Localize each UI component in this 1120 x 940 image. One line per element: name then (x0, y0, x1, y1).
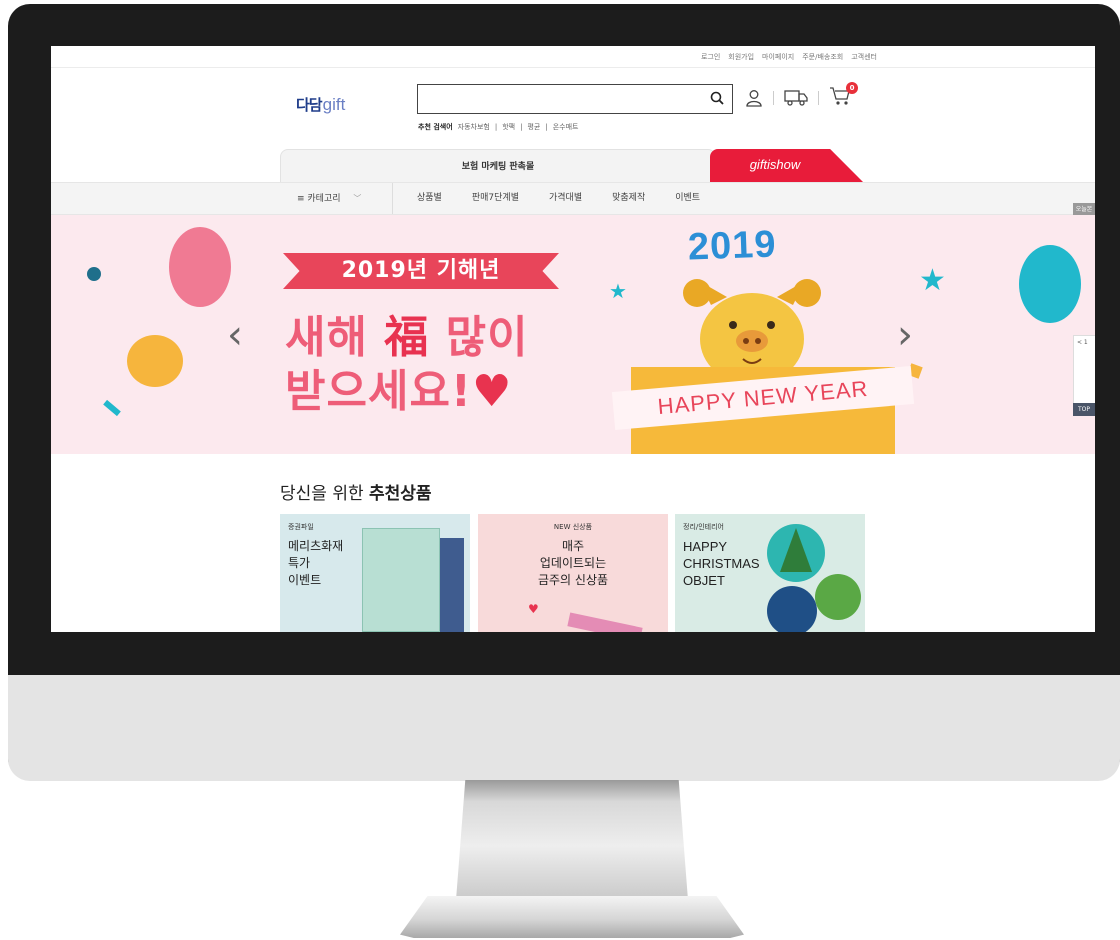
keyword-link[interactable]: 평균 (527, 122, 540, 132)
main-navigation: ≡ 카테고리 ﹀ 상품별 판매7단계별 가격대별 맞춤제작 이벤트 오늘본 (51, 182, 1095, 216)
mypage-link[interactable]: 마이페이지 (762, 52, 794, 62)
mall-tabs: 보험 마케팅 판촉몰 giftishow (280, 149, 864, 183)
chevron-down-icon: ﹀ (353, 194, 362, 203)
recommend-card[interactable]: NEW 신상품 매주 업데이트되는 금주의 신상품 ♥ (478, 514, 668, 632)
order-tracking-link[interactable]: 주문/배송조회 (802, 52, 843, 62)
book-illustration (362, 528, 440, 632)
header-icons: 0 (745, 82, 858, 110)
tab-giftishow[interactable]: giftishow (710, 149, 864, 183)
signup-link[interactable]: 회원가입 (728, 52, 754, 62)
user-icon[interactable] (745, 89, 763, 107)
logo-korean: 다담 (296, 96, 323, 114)
christmas-tree-icon (780, 528, 812, 572)
recommended-keywords: 추천 검색어 자동차보험 | 핫팩 | 평균 | 온수매트 (418, 122, 579, 132)
banner-headline-line2: 받으세요!♥ (285, 366, 513, 417)
star-icon: ★ (609, 279, 627, 303)
search-input[interactable] (417, 84, 733, 114)
main-banner[interactable]: ★ ★ 2019년 기해년 새해 福 많이 받으세요!♥ 2019 HAPPY (51, 215, 1095, 454)
card-category: 정리/인테리어 (683, 523, 724, 531)
recommend-card[interactable]: 정리/인테리어 HAPPY CHRISTMAS OBJET (675, 514, 865, 632)
nav-item-sales-steps[interactable]: 판매7단계별 (472, 183, 519, 214)
nav-item-event[interactable]: 이벤트 (675, 183, 700, 214)
product-illustration (567, 612, 643, 632)
heart-icon: ♥ (528, 602, 539, 616)
logo-gift: gift (322, 95, 346, 114)
monitor-stand-base (400, 896, 744, 938)
santa-illustration (767, 586, 817, 632)
nav-item-by-product[interactable]: 상품별 (417, 183, 442, 214)
balloon-yellow (127, 335, 183, 387)
scroll-top-button[interactable]: TOP (1073, 403, 1095, 416)
nav-item-by-price[interactable]: 가격대별 (549, 183, 582, 214)
login-link[interactable]: 로그인 (701, 52, 720, 62)
gnb-menu: 상품별 판매7단계별 가격대별 맞춤제작 이벤트 (417, 183, 730, 214)
card-text: 메리츠화재 특가 이벤트 (288, 539, 344, 587)
keyword-link[interactable]: 온수매트 (553, 122, 579, 132)
cart-button[interactable]: 0 (829, 82, 858, 110)
balloon-blue (1019, 245, 1081, 323)
recommend-card[interactable]: 증권파일 메리츠화재 특가 이벤트 (280, 514, 470, 632)
site-logo[interactable]: 다담 gift (296, 94, 345, 115)
utility-bar: 로그인 회원가입 마이페이지 주문/배송조회 고객센터 (51, 46, 1095, 68)
card-text: HAPPY CHRISTMAS OBJET (683, 539, 760, 588)
banner-next-arrow[interactable]: › (897, 315, 913, 355)
monitor-chin (8, 675, 1120, 781)
balloon-pink (169, 227, 231, 307)
monitor-stand (456, 780, 688, 900)
confetti (87, 267, 101, 281)
delivery-truck-icon[interactable] (784, 89, 808, 107)
confetti (103, 399, 121, 417)
card-text: 매주 업데이트되는 금주의 신상품 (537, 539, 609, 587)
customer-center-link[interactable]: 고객센터 (851, 52, 877, 62)
reindeer-illustration (815, 574, 861, 620)
utility-links: 로그인 회원가입 마이페이지 주문/배송조회 고객센터 (701, 52, 877, 62)
divider (818, 91, 819, 105)
search-icon[interactable] (710, 91, 724, 105)
tab-marketing-mall[interactable]: 보험 마케팅 판촉몰 (280, 149, 716, 183)
card-category: NEW 신상품 (553, 523, 593, 531)
category-label: ≡ 카테고리 (297, 194, 341, 204)
widget-pager[interactable]: < 1 (1074, 336, 1095, 349)
nav-item-custom-order[interactable]: 맞춤제작 (612, 183, 645, 214)
banner-prev-arrow[interactable]: ‹ (227, 315, 243, 355)
cart-count-badge: 0 (846, 82, 858, 94)
keywords-label: 추천 검색어 (418, 123, 453, 131)
book-illustration (440, 538, 464, 632)
keyword-link[interactable]: 자동차보험 (458, 122, 490, 132)
banner-ribbon: 2019년 기해년 (283, 253, 559, 289)
keyword-link[interactable]: 핫팩 (502, 122, 515, 132)
browser-screen: 로그인 회원가입 마이페이지 주문/배송조회 고객센터 다담 gift 추천 검… (51, 46, 1095, 632)
category-menu-button[interactable]: ≡ 카테고리 ﹀ (289, 183, 393, 214)
recommend-section-title: 당신을 위한 추천상품 (280, 484, 432, 504)
divider (773, 91, 774, 105)
card-category: 증권파일 (288, 523, 314, 531)
banner-year: 2019 (687, 223, 778, 269)
heart-icon: ♥ (472, 366, 513, 417)
star-icon: ★ (919, 263, 946, 298)
